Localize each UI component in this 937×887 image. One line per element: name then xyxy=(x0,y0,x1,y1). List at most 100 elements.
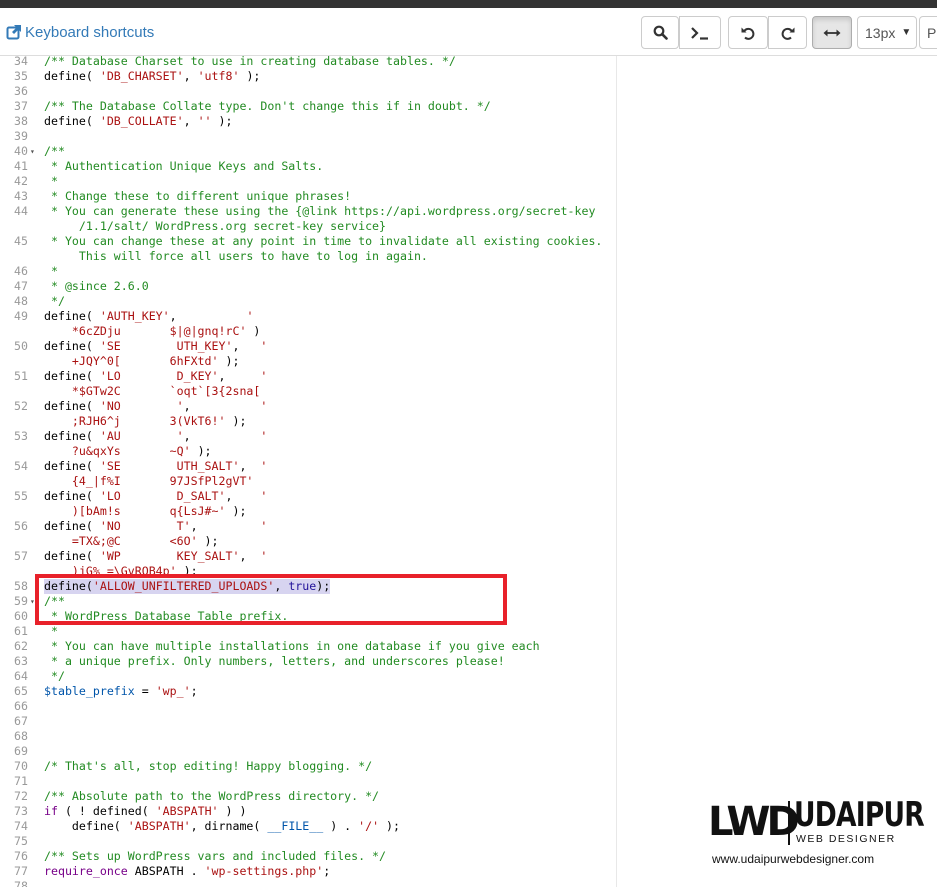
font-size-select[interactable]: 13px ▼ xyxy=(857,16,917,49)
code-text: $table_prefix = 'wp_'; xyxy=(44,684,198,699)
code-token: ' xyxy=(260,399,268,413)
line-number: 70 xyxy=(14,759,28,773)
line-number: 50 xyxy=(14,339,28,353)
code-text: * You can have multiple installations in… xyxy=(44,639,540,654)
code-token: , xyxy=(190,519,261,533)
code-text: define( 'AU ', ' xyxy=(44,429,267,444)
code-token: define( xyxy=(44,429,100,443)
search-icon xyxy=(653,25,668,40)
redo-button[interactable] xyxy=(768,16,807,49)
code-token: , xyxy=(239,459,261,473)
code-token: 'SE UTH_SALT' xyxy=(99,459,240,473)
code-text: */ xyxy=(44,669,65,684)
code-text: * Authentication Unique Keys and Salts. xyxy=(44,159,323,174)
code-text: define( 'DB_COLLATE', '' ); xyxy=(44,114,233,129)
line-number: 47 xyxy=(14,279,28,293)
code-text: * Change these to different unique phras… xyxy=(44,189,351,204)
code-token: 'SE UTH_KEY' xyxy=(99,339,233,353)
code-token: ABSPATH . xyxy=(127,864,205,878)
code-token: ); xyxy=(218,354,240,368)
code-token: ); xyxy=(239,69,261,83)
watermark-logo: LWD UDAIPUR WEB DESIGNER www.udaipurwebd… xyxy=(708,797,925,869)
code-token: 'NO ' xyxy=(99,399,184,413)
code-editor[interactable]: 34 /** Database Charset to use in creatin… xyxy=(0,56,937,887)
line-number: 46 xyxy=(14,264,28,278)
line-number: 49 xyxy=(14,309,28,323)
theme-select[interactable]: Pl xyxy=(919,16,937,49)
code-token: =TX&;@C <6O' xyxy=(44,534,198,548)
code-text: /** Sets up WordPress vars and included … xyxy=(44,849,386,864)
logo-mark: LWD xyxy=(708,799,800,845)
fold-toggle-icon[interactable]: ▾ xyxy=(30,144,35,159)
undo-button[interactable] xyxy=(728,16,768,49)
code-token: */ xyxy=(44,294,65,308)
highlight-annotation xyxy=(35,574,507,625)
line-number: 65 xyxy=(14,684,28,698)
line-number: 41 xyxy=(14,159,28,173)
code-text: * xyxy=(44,624,58,639)
line-number: 62 xyxy=(14,639,28,653)
code-token: ; xyxy=(190,684,198,698)
font-size-value: 13px xyxy=(865,24,896,41)
code-token: ; xyxy=(323,864,331,878)
code-token: 'LO D_SALT' xyxy=(99,489,226,503)
code-text: define( 'AUTH_KEY', ' xyxy=(44,309,253,324)
code-text: /** Database Charset to use in creating … xyxy=(44,56,456,69)
code-text: {4_|f%I 97JSfPl2gVT' xyxy=(44,474,254,489)
line-number: 73 xyxy=(14,804,28,818)
terminal-icon xyxy=(691,26,708,40)
code-token: 'DB_COLLATE' xyxy=(99,114,184,128)
keyboard-shortcuts-link[interactable]: Keyboard shortcuts xyxy=(6,22,154,42)
code-token: */ xyxy=(44,669,65,683)
code-token: ' xyxy=(260,519,268,533)
code-token: require_once xyxy=(44,864,128,878)
code-token: ); xyxy=(197,534,219,548)
code-text: define( 'SE UTH_KEY', ' xyxy=(44,339,267,354)
code-text: *6cZDju $|@|gnq!rC' ) xyxy=(44,324,260,339)
code-token: , xyxy=(183,69,198,83)
code-token: * Authentication Unique Keys and Salts. xyxy=(44,159,324,173)
line-number: 57 xyxy=(14,549,28,563)
code-text: define( 'SE UTH_SALT', ' xyxy=(44,459,267,474)
code-token: This will force all users to have to log… xyxy=(44,249,428,263)
code-token: , xyxy=(239,549,261,563)
code-text: *$GTw2C `oqt`[3{2sna[ xyxy=(44,384,260,399)
code-token: , xyxy=(183,399,261,413)
line-number: 78 xyxy=(14,879,28,887)
line-number: 60 xyxy=(14,609,28,623)
code-token: /1.1/salt/ WordPress.org secret-key serv… xyxy=(44,219,387,233)
code-token: * xyxy=(44,174,58,188)
redo-icon xyxy=(781,27,794,40)
code-text: */ xyxy=(44,294,65,309)
goto-line-button[interactable] xyxy=(679,16,721,49)
code-token: ' xyxy=(260,339,268,353)
code-token: )[bAm!s q{LsJ#~' xyxy=(44,504,226,518)
line-number: 39 xyxy=(14,129,28,143)
code-token: if xyxy=(44,804,58,818)
code-token: , xyxy=(218,369,261,383)
code-token: define( xyxy=(44,519,100,533)
code-text: /** xyxy=(44,144,65,159)
line-number: 35 xyxy=(14,69,28,83)
code-token: = xyxy=(134,684,156,698)
line-number: 71 xyxy=(14,774,28,788)
word-wrap-toggle[interactable] xyxy=(812,16,852,49)
search-button[interactable] xyxy=(641,16,679,49)
code-token: ' xyxy=(246,309,254,323)
code-token: define( xyxy=(44,549,100,563)
line-number: 63 xyxy=(14,654,28,668)
word-wrap-icon xyxy=(823,29,841,36)
code-token: * a unique prefix. Only numbers, letters… xyxy=(44,654,505,668)
line-number: 42 xyxy=(14,174,28,188)
code-token: 'wp_' xyxy=(155,684,191,698)
code-text: define( 'DB_CHARSET', 'utf8' ); xyxy=(44,69,260,84)
line-number: 59 xyxy=(14,594,28,608)
line-number: 34 xyxy=(14,56,28,68)
line-number: 76 xyxy=(14,849,28,863)
code-text: This will force all users to have to log… xyxy=(44,249,428,264)
logo-url: www.udaipurwebdesigner.com xyxy=(712,852,875,866)
code-token: __FILE__ xyxy=(267,819,324,833)
code-token: /** Sets up WordPress vars and included … xyxy=(44,849,387,863)
line-number: 52 xyxy=(14,399,28,413)
code-token: /** Database Charset to use in creating … xyxy=(44,56,456,68)
